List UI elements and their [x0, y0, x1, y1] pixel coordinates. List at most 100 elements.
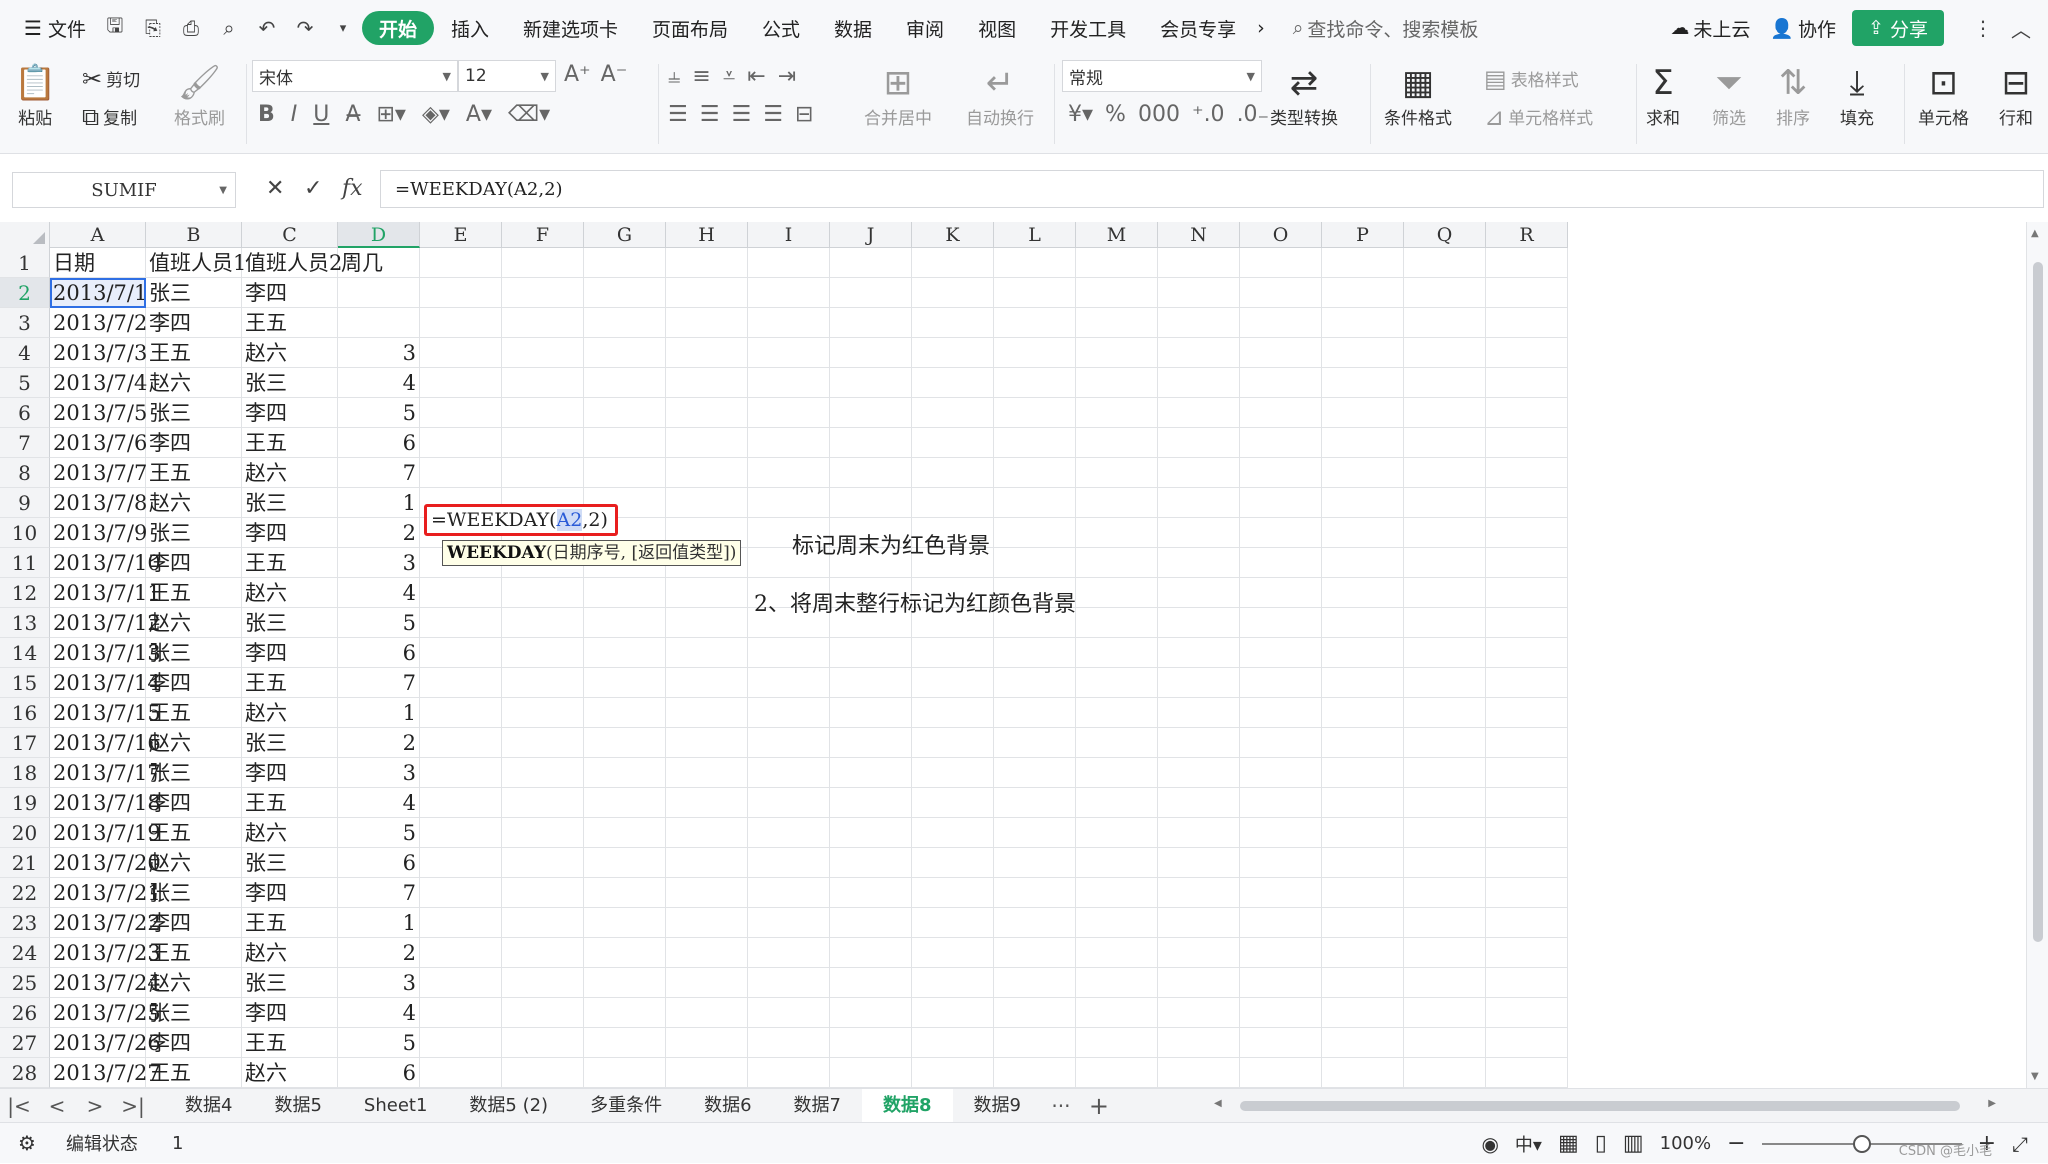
cell-k18[interactable]: [912, 758, 994, 788]
cell-k2[interactable]: [912, 278, 994, 308]
cell-a11[interactable]: 2013/7/10: [50, 548, 161, 578]
cell-m13[interactable]: [1076, 608, 1158, 638]
cell-f27[interactable]: [502, 1028, 584, 1058]
row-header[interactable]: 6: [0, 398, 50, 428]
cell-h3[interactable]: [666, 308, 748, 338]
cell-c2[interactable]: 李四: [242, 278, 338, 308]
cell-p27[interactable]: [1322, 1028, 1404, 1058]
cell-e19[interactable]: [420, 788, 502, 818]
cell-d7[interactable]: 6: [338, 428, 420, 458]
cell-a24[interactable]: 2013/7/23: [50, 938, 161, 968]
row-header[interactable]: 5: [0, 368, 50, 398]
cell-r11[interactable]: [1486, 548, 1568, 578]
cell-m20[interactable]: [1076, 818, 1158, 848]
cell-q24[interactable]: [1404, 938, 1486, 968]
cell-j19[interactable]: [830, 788, 912, 818]
cell-j8[interactable]: [830, 458, 912, 488]
cell-d17[interactable]: 2: [338, 728, 420, 758]
cell-b18[interactable]: 张三: [146, 758, 242, 788]
bold-icon[interactable]: B: [258, 102, 275, 127]
cell-m4[interactable]: [1076, 338, 1158, 368]
cell-m21[interactable]: [1076, 848, 1158, 878]
print-preview-icon[interactable]: ⌕: [210, 8, 248, 48]
cell-p19[interactable]: [1322, 788, 1404, 818]
sheet-tab[interactable]: 数据9: [953, 1089, 1042, 1123]
cell-c8[interactable]: 赵六: [242, 458, 338, 488]
indent-increase-icon[interactable]: ⇥: [778, 64, 796, 89]
tab-5[interactable]: 数据: [817, 8, 889, 48]
cell-r4[interactable]: [1486, 338, 1568, 368]
cell-b5[interactable]: 赵六: [146, 368, 242, 398]
cell-a5[interactable]: 2013/7/4: [50, 368, 147, 398]
cell-c13[interactable]: 张三: [242, 608, 338, 638]
cell-m14[interactable]: [1076, 638, 1158, 668]
cell-m11[interactable]: [1076, 548, 1158, 578]
cell-h27[interactable]: [666, 1028, 748, 1058]
cell-f20[interactable]: [502, 818, 584, 848]
tab-1[interactable]: 插入: [434, 8, 506, 48]
cell-q3[interactable]: [1404, 308, 1486, 338]
cell-a18[interactable]: 2013/7/17: [50, 758, 161, 788]
formula-input[interactable]: =WEEKDAY(A2,2): [380, 170, 2044, 208]
cell-n23[interactable]: [1158, 908, 1240, 938]
row-col-button[interactable]: ⊟ 行和: [1998, 62, 2034, 129]
cell-i23[interactable]: [748, 908, 830, 938]
cell-r3[interactable]: [1486, 308, 1568, 338]
cell-o5[interactable]: [1240, 368, 1322, 398]
row-header[interactable]: 18: [0, 758, 50, 788]
row-header[interactable]: 21: [0, 848, 50, 878]
cell-q21[interactable]: [1404, 848, 1486, 878]
cell-k8[interactable]: [912, 458, 994, 488]
cell-c21[interactable]: 张三: [242, 848, 338, 878]
confirm-icon[interactable]: ✓: [304, 176, 322, 201]
cell-m12[interactable]: [1076, 578, 1158, 608]
row-header[interactable]: 10: [0, 518, 50, 548]
cell-a19[interactable]: 2013/7/18: [50, 788, 161, 818]
cell-c28[interactable]: 赵六: [242, 1058, 338, 1088]
cell-p21[interactable]: [1322, 848, 1404, 878]
cell-b26[interactable]: 张三: [146, 998, 242, 1028]
distribute-icon[interactable]: ⊟: [795, 102, 813, 127]
cell-m10[interactable]: [1076, 518, 1158, 548]
cell-g6[interactable]: [584, 398, 666, 428]
column-header-h[interactable]: H: [666, 222, 748, 248]
cell-k19[interactable]: [912, 788, 994, 818]
cell-q13[interactable]: [1404, 608, 1486, 638]
cell-i4[interactable]: [748, 338, 830, 368]
cell-k3[interactable]: [912, 308, 994, 338]
file-menu[interactable]: ☰ 文件: [14, 8, 96, 48]
column-header-i[interactable]: I: [748, 222, 830, 248]
cell-f2[interactable]: [502, 278, 584, 308]
row-header[interactable]: 24: [0, 938, 50, 968]
font-color-icon[interactable]: A▾: [466, 102, 492, 127]
zoom-slider-knob[interactable]: [1852, 1134, 1871, 1153]
select-all-corner[interactable]: [0, 222, 50, 248]
cell-o10[interactable]: [1240, 518, 1322, 548]
cell-a27[interactable]: 2013/7/26: [50, 1028, 161, 1058]
more-options-icon[interactable]: ⋮: [1964, 8, 2002, 48]
cell-c4[interactable]: 赵六: [242, 338, 338, 368]
cell-n11[interactable]: [1158, 548, 1240, 578]
cell-r7[interactable]: [1486, 428, 1568, 458]
cell-q7[interactable]: [1404, 428, 1486, 458]
cell-g25[interactable]: [584, 968, 666, 998]
cell-f25[interactable]: [502, 968, 584, 998]
cell-g4[interactable]: [584, 338, 666, 368]
cell-m23[interactable]: [1076, 908, 1158, 938]
cell-e8[interactable]: [420, 458, 502, 488]
cell-r5[interactable]: [1486, 368, 1568, 398]
sheet-tab[interactable]: 数据6: [683, 1089, 772, 1123]
cell-b28[interactable]: 王五: [146, 1058, 242, 1088]
cell-c3[interactable]: 王五: [242, 308, 338, 338]
cell-i19[interactable]: [748, 788, 830, 818]
cell-m3[interactable]: [1076, 308, 1158, 338]
strikethrough-icon[interactable]: A̶: [345, 102, 360, 127]
cell-d16[interactable]: 1: [338, 698, 420, 728]
cell-h23[interactable]: [666, 908, 748, 938]
cell-k21[interactable]: [912, 848, 994, 878]
cell-j3[interactable]: [830, 308, 912, 338]
cell-o23[interactable]: [1240, 908, 1322, 938]
cell-l3[interactable]: [994, 308, 1076, 338]
increase-decimal-icon[interactable]: ⁺.0: [1192, 102, 1225, 127]
vertical-scrollbar[interactable]: ▲ ▼: [2026, 222, 2048, 1088]
